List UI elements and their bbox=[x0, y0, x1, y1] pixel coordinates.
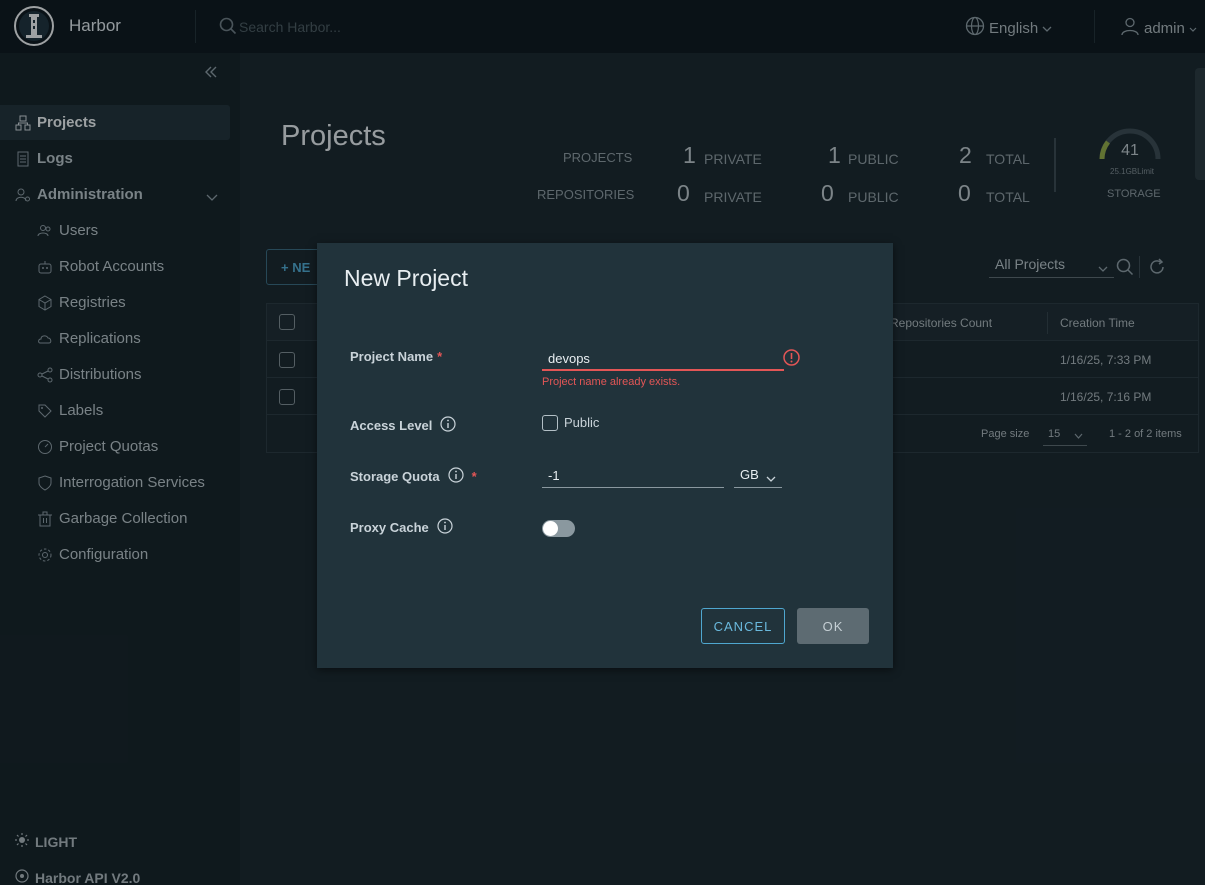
chevron-down-icon bbox=[766, 471, 776, 486]
access-level-label-text: Access Level bbox=[350, 418, 433, 433]
storage-unit-select[interactable]: GB bbox=[734, 464, 782, 488]
proxy-cache-label: Proxy Cache bbox=[350, 518, 453, 537]
error-icon bbox=[783, 349, 800, 371]
public-checkbox-label[interactable]: Public bbox=[564, 415, 599, 430]
info-icon[interactable] bbox=[437, 518, 453, 537]
dialog-title: New Project bbox=[344, 265, 468, 291]
project-name-label-text: Project Name bbox=[350, 349, 434, 364]
info-icon[interactable] bbox=[440, 416, 457, 435]
required-mark: * bbox=[437, 349, 443, 364]
project-name-label: Project Name * bbox=[350, 349, 442, 364]
storage-quota-input[interactable] bbox=[542, 464, 724, 488]
ok-button[interactable]: OK bbox=[797, 608, 869, 644]
new-project-dialog: New Project Project Name * Project name … bbox=[317, 243, 893, 668]
proxy-cache-label-text: Proxy Cache bbox=[350, 520, 429, 535]
public-checkbox[interactable] bbox=[542, 415, 558, 431]
proxy-cache-toggle[interactable] bbox=[542, 520, 575, 537]
cancel-button[interactable]: CANCEL bbox=[701, 608, 785, 644]
toggle-knob bbox=[543, 521, 558, 536]
project-name-error: Project name already exists. bbox=[542, 376, 681, 388]
info-icon[interactable] bbox=[447, 467, 464, 486]
storage-unit-value: GB bbox=[740, 467, 759, 482]
storage-quota-label: Storage Quota * bbox=[350, 467, 477, 486]
access-level-label: Access Level bbox=[350, 416, 457, 435]
storage-quota-label-text: Storage Quota bbox=[350, 469, 440, 484]
required-mark: * bbox=[471, 469, 477, 484]
project-name-input[interactable] bbox=[542, 347, 784, 371]
